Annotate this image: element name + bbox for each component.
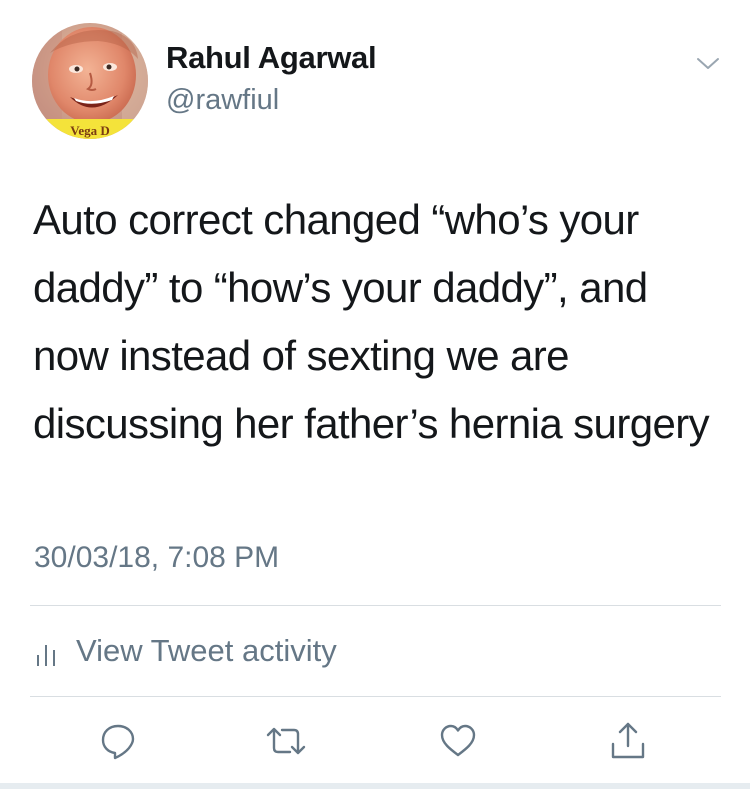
user-handle[interactable]: @rawfiul (166, 84, 279, 117)
view-tweet-activity-label: View Tweet activity (76, 633, 337, 668)
retweet-button[interactable] (264, 719, 308, 763)
share-icon (611, 722, 645, 759)
avatar-overlay-text: Vega D (70, 123, 110, 138)
divider (30, 696, 721, 697)
tweet-detail: Vega D Rahul Agarwal @rawfiul Auto corre… (0, 0, 750, 789)
bar-chart-icon (37, 645, 55, 666)
tweet-timestamp: 30/03/18, 7:08 PM (34, 541, 280, 574)
reply-button[interactable] (96, 719, 140, 763)
share-button[interactable] (606, 719, 650, 763)
avatar-image: Vega D (32, 23, 148, 139)
retweet-icon (266, 727, 306, 755)
heart-icon (440, 724, 476, 757)
avatar[interactable]: Vega D (32, 23, 148, 139)
divider (30, 605, 721, 606)
like-button[interactable] (436, 719, 480, 763)
bottom-divider (0, 783, 750, 789)
user-name[interactable]: Rahul Agarwal (166, 40, 377, 76)
view-tweet-activity-button[interactable]: View Tweet activity (34, 628, 337, 674)
tweet-text: Auto correct changed “who’s your daddy” … (33, 196, 710, 447)
reply-icon (101, 724, 135, 760)
chevron-down-icon (697, 58, 719, 69)
tweet-menu-button[interactable] (692, 50, 724, 76)
